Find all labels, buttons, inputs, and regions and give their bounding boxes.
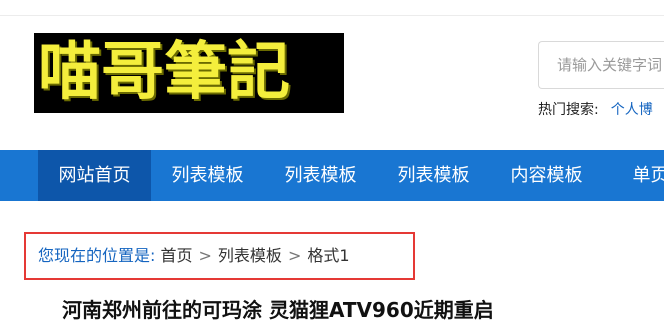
- nav-item-list-3[interactable]: 列表模板: [377, 150, 490, 201]
- hot-search-link[interactable]: 个人博: [611, 102, 653, 118]
- breadcrumb-home[interactable]: 首页: [161, 246, 193, 265]
- hot-search: 热门搜索: 个人博: [538, 99, 653, 119]
- site-logo[interactable]: 喵哥筆記: [34, 33, 344, 113]
- search-box: [538, 41, 664, 89]
- nav-item-single[interactable]: 单页模: [603, 150, 664, 201]
- breadcrumb-separator: >: [198, 246, 212, 265]
- main-nav: 网站首页 列表模板 列表模板 列表模板 内容模板 单页模: [0, 150, 664, 201]
- nav-item-list-1[interactable]: 列表模板: [151, 150, 264, 201]
- nav-item-list-2[interactable]: 列表模板: [264, 150, 377, 201]
- breadcrumb-separator: >: [287, 246, 302, 265]
- nav-item-content[interactable]: 内容模板: [490, 150, 603, 201]
- article-title[interactable]: 河南郑州前往的可玛涂 灵猫狸ATV960近期重启: [62, 294, 494, 323]
- top-divider: [0, 15, 664, 16]
- breadcrumb-label: 您现在的位置是:: [38, 246, 156, 265]
- breadcrumb-current: 格式1: [307, 246, 350, 265]
- breadcrumb-list[interactable]: 列表模板: [218, 246, 282, 265]
- breadcrumb: 您现在的位置是: 首页 > 列表模板 > 格式1: [24, 232, 415, 280]
- logo-text: 喵哥筆記: [38, 34, 290, 108]
- nav-item-home[interactable]: 网站首页: [38, 150, 151, 201]
- search-input[interactable]: [557, 42, 664, 88]
- hot-search-label: 热门搜索:: [538, 102, 599, 118]
